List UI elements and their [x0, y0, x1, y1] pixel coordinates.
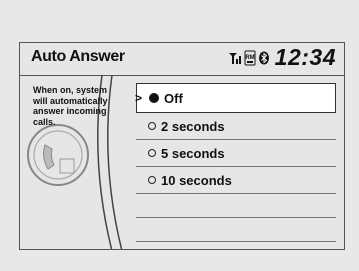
option-list: > Off 2 seconds 5 seconds 10 seconds [135, 83, 336, 242]
option-label: 5 seconds [161, 145, 225, 161]
option-5-seconds[interactable]: 5 seconds [136, 140, 336, 167]
clock: 12:34 [274, 44, 336, 70]
radio-selected-icon [149, 93, 159, 103]
option-2-seconds[interactable]: 2 seconds [136, 113, 336, 140]
option-label: Off [164, 90, 183, 106]
option-label: 10 seconds [161, 172, 232, 188]
signal-icon [228, 52, 241, 64]
screen-header: Auto Answer RM 12:34 [20, 43, 344, 76]
option-label: 2 seconds [161, 118, 225, 134]
status-bar: RM 12:34 [228, 44, 336, 71]
auto-answer-screen: Auto Answer RM 12:34 When on, system wil… [19, 42, 345, 250]
empty-row [136, 218, 336, 242]
bluetooth-icon [258, 51, 269, 64]
radio-icon [148, 176, 156, 184]
radio-icon [148, 149, 156, 157]
description-text: When on, system will automatically answe… [33, 85, 108, 127]
selection-pointer-icon: > [135, 91, 143, 105]
roaming-icon: RM [244, 50, 256, 65]
page-title: Auto Answer [31, 48, 125, 65]
roaming-label: RM [245, 55, 254, 61]
option-off[interactable]: > Off [135, 83, 336, 113]
empty-row [136, 194, 336, 218]
option-10-seconds[interactable]: 10 seconds [136, 167, 336, 194]
radio-icon [148, 122, 156, 130]
